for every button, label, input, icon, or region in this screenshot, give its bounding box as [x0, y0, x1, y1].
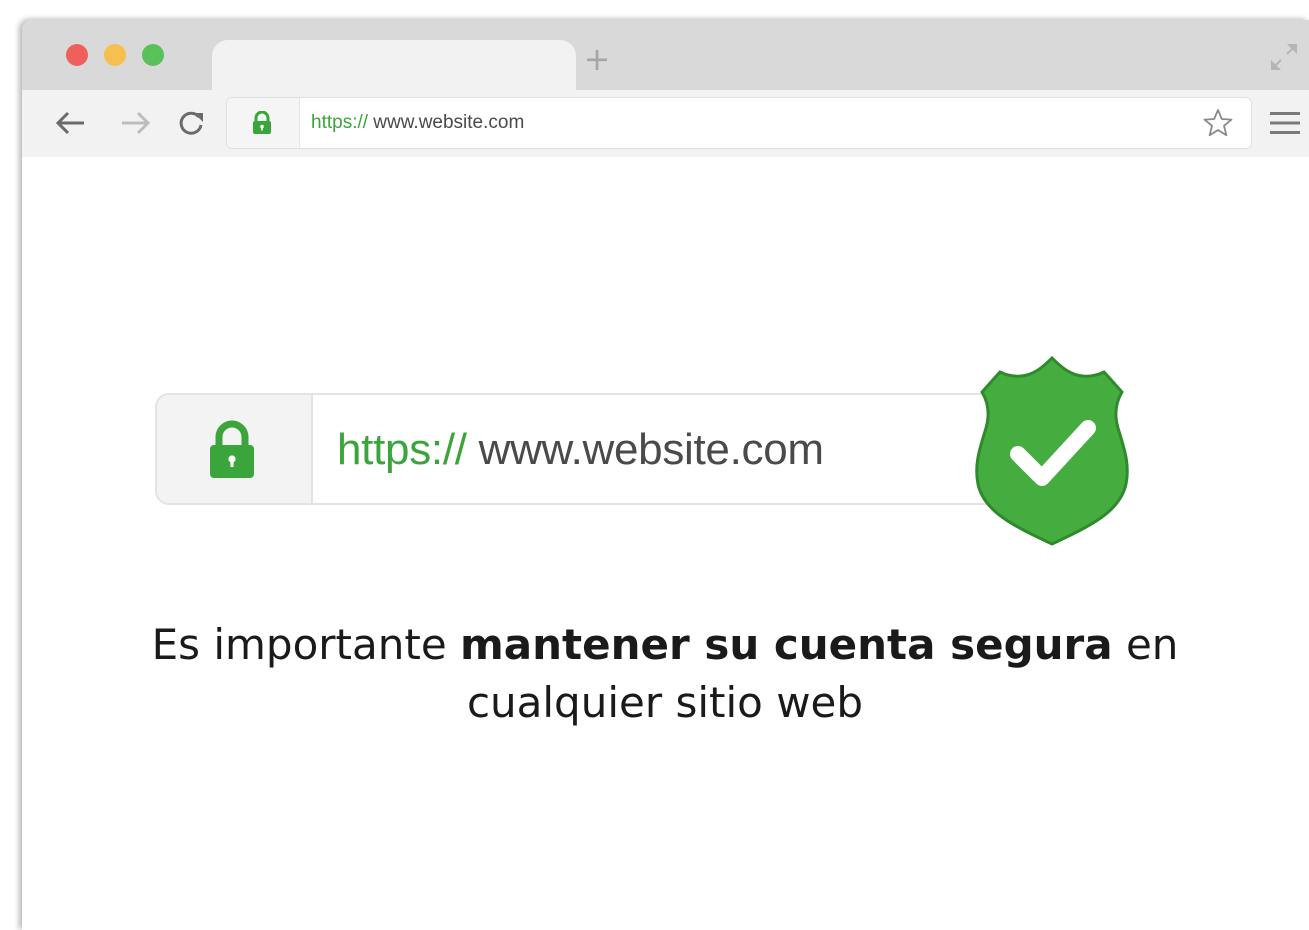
- security-indicator[interactable]: [227, 98, 300, 148]
- message-emphasis: mantener su cuenta segura: [460, 620, 1113, 669]
- hero-url-host: www.website.com: [466, 425, 824, 474]
- shield-check-icon: [975, 356, 1129, 546]
- hero-url-scheme: https://: [337, 425, 467, 474]
- lock-icon: [253, 111, 271, 134]
- hero-url: https:// www.website.com: [337, 425, 824, 475]
- lock-icon: [210, 420, 254, 478]
- expand-icon[interactable]: [1267, 40, 1301, 74]
- arrow-left-icon[interactable]: [54, 108, 88, 138]
- reload-icon[interactable]: [174, 108, 208, 138]
- hero-security-indicator: [157, 395, 313, 503]
- message-text-start: Es importante: [151, 620, 461, 669]
- title-bar: +: [22, 20, 1309, 100]
- arrow-right-icon[interactable]: [118, 108, 152, 138]
- minimize-window-button[interactable]: [104, 44, 126, 66]
- close-window-button[interactable]: [66, 44, 88, 66]
- url-host: www.website.com: [368, 112, 525, 133]
- maximize-window-button[interactable]: [142, 44, 164, 66]
- browser-toolbar: https:// www.website.com: [22, 90, 1309, 157]
- address-url[interactable]: https:// www.website.com: [311, 112, 524, 134]
- hero-address-bar: https:// www.website.com: [155, 393, 1015, 505]
- address-bar[interactable]: https:// www.website.com: [226, 97, 1252, 149]
- security-message: Es importante mantener su cuenta segura …: [100, 616, 1230, 732]
- new-tab-button[interactable]: +: [582, 43, 612, 75]
- url-scheme: https://: [311, 112, 369, 133]
- hamburger-icon[interactable]: [1268, 110, 1302, 136]
- star-icon[interactable]: [1202, 107, 1234, 139]
- browser-window: + https:// www.website.com https:// www.…: [22, 20, 1309, 930]
